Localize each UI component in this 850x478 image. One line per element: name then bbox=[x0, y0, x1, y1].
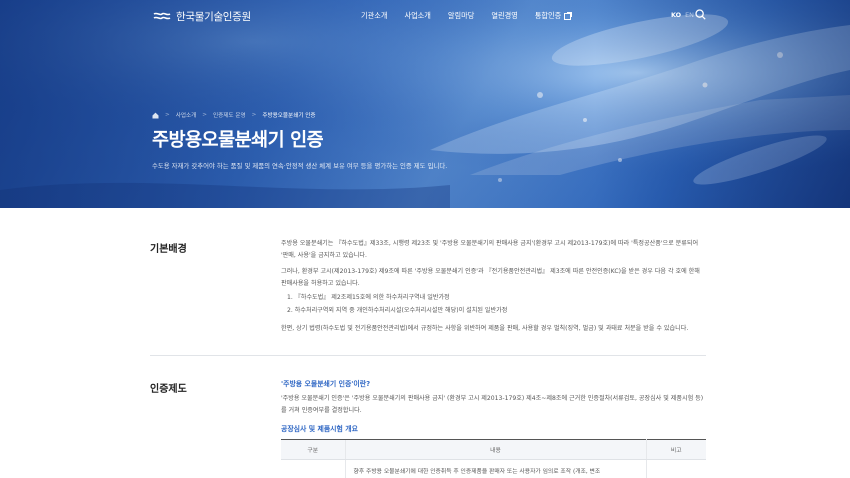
table-row: 향후 주방용 오물분쇄기에 대한 인증취득 후 인증제품을 판매자 또는 사용자… bbox=[281, 459, 706, 478]
hero-banner: 한국물기술인증원 기관소개 사업소개 알림마당 열린경영 통합인증 KO EN … bbox=[0, 0, 850, 208]
page-title: 주방용오물분쇄기 인증 bbox=[152, 130, 324, 151]
menu-item-management[interactable]: 열린경영 bbox=[491, 11, 517, 21]
logo-text: 한국물기술인증원 bbox=[176, 11, 251, 23]
menu-item-integrated-cert[interactable]: 통합인증 bbox=[534, 11, 573, 21]
section-divider bbox=[150, 355, 706, 356]
breadcrumb-separator: > bbox=[202, 112, 207, 118]
background-paragraph-2: 그러나, 환경부 고시(제2013-179호) 제9조에 따른 '주방용 오물분… bbox=[281, 268, 700, 287]
breadcrumb-item-cert-system[interactable]: 인증제도 운영 bbox=[213, 111, 246, 119]
table-header-category: 구분 bbox=[281, 439, 345, 460]
certification-paragraph-1: '주방용 오물분쇄기 인증'은 '주방용 오물분쇄기의 판매사용 금지' (환경… bbox=[281, 395, 704, 414]
lang-ko[interactable]: KO bbox=[671, 11, 681, 19]
inspection-table: 구분 내용 비고 향후 주방용 오물분쇄기에 대한 인증취득 후 인증제품을 판… bbox=[281, 439, 706, 478]
breadcrumb-item-current: 주방용오물분쇄기 인증 bbox=[262, 113, 316, 119]
table-cell-content: 향후 주방용 오물분쇄기에 대한 인증취득 후 인증제품을 판매자 또는 사용자… bbox=[344, 459, 647, 478]
table-header-row: 구분 내용 비고 bbox=[281, 439, 706, 460]
site-logo[interactable]: 한국물기술인증원 bbox=[153, 9, 251, 24]
main-menu: 기관소개 사업소개 알림마당 열린경영 통합인증 bbox=[361, 11, 573, 21]
logo-icon bbox=[153, 12, 171, 19]
inspection-subtitle: 공장심사 및 제품시험 개요 bbox=[281, 425, 358, 433]
table-cell-category bbox=[281, 459, 345, 478]
breadcrumb-item-business[interactable]: 사업소개 bbox=[176, 111, 197, 119]
global-navigation: 한국물기술인증원 기관소개 사업소개 알림마당 열린경영 통합인증 KO EN bbox=[0, 0, 850, 32]
breadcrumb-separator: > bbox=[251, 112, 257, 118]
certification-title: 인증제도 bbox=[150, 384, 187, 395]
table-cell-note bbox=[646, 459, 706, 478]
background-body: 주방용 오물분쇄기는 『하수도법』제33조, 시행령 제23조 및 '주방용 오… bbox=[281, 238, 706, 335]
list-item: 2. 하수처리구역외 지역 중 개인하수처리시설(오수처리시설만 해당)이 설치… bbox=[287, 306, 508, 314]
certification-question: '주방용 오물분쇄기 인증'이란? bbox=[281, 380, 371, 388]
external-link-icon bbox=[564, 11, 573, 20]
breadcrumb-separator: > bbox=[165, 112, 170, 118]
menu-item-business[interactable]: 사업소개 bbox=[404, 11, 430, 21]
page-description: 수도용 자재가 갖추어야 하는 품질 및 제품의 연속·안정적 생산 체계 보유… bbox=[152, 162, 448, 170]
background-title: 기본배경 bbox=[150, 244, 187, 255]
allowed-use-list: 1. 『하수도법』 제2조제15호에 의한 하수처리구역내 일반가정 2. 하수… bbox=[281, 292, 706, 317]
home-icon[interactable] bbox=[152, 112, 159, 119]
language-switch: KO EN bbox=[671, 11, 694, 19]
menu-item-integrated-cert-label: 통합인증 bbox=[534, 11, 562, 20]
breadcrumb: > 사업소개 > 인증제도 운영 > 주방용오물분쇄기 인증 bbox=[152, 111, 316, 119]
certification-body: '주방용 오물분쇄기 인증'이란? '주방용 오물분쇄기 인증'은 '주방용 오… bbox=[281, 378, 706, 436]
table-header-content: 내용 bbox=[344, 439, 647, 460]
lang-en[interactable]: EN bbox=[685, 11, 694, 19]
list-item: 1. 『하수도법』 제2조제15호에 의한 하수처리구역내 일반가정 bbox=[287, 294, 450, 301]
background-paragraph-1: 주방용 오물분쇄기는 『하수도법』제33조, 시행령 제23조 및 '주방용 오… bbox=[281, 240, 699, 259]
menu-item-notice[interactable]: 알림마당 bbox=[448, 11, 474, 21]
menu-item-about[interactable]: 기관소개 bbox=[361, 11, 387, 21]
table-header-note: 비고 bbox=[646, 439, 706, 460]
background-paragraph-3: 한편, 상기 법령(하수도법 및 전기용품안전관리법)에서 규정하는 사항을 위… bbox=[281, 325, 689, 332]
search-icon[interactable] bbox=[695, 9, 706, 20]
